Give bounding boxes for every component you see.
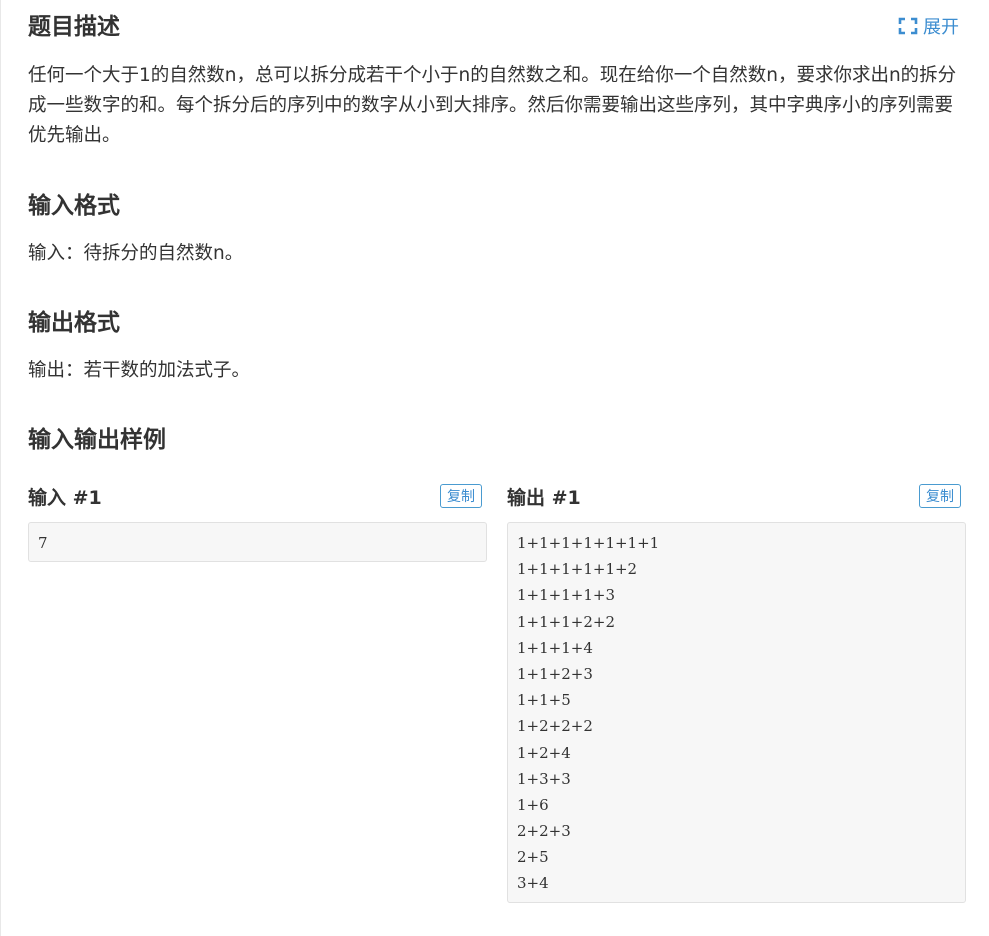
output-code-line: 1+3+3 xyxy=(517,769,571,788)
output-code-line: 1+1+1+1+3 xyxy=(517,586,615,605)
problem-page: 题目描述 展开 任何一个大于1的自然数n，总可以拆分成若干个小于n的自然数之和。… xyxy=(0,0,989,936)
description-title: 题目描述 xyxy=(28,14,120,40)
samples-title: 输入输出样例 xyxy=(28,427,166,453)
sample-output-label: 输出 #1 xyxy=(507,487,581,509)
output-code-line: 3+4 xyxy=(517,874,549,893)
output-code-line: 2+2+3 xyxy=(517,822,571,841)
output-code-line: 1+1+1+2+2 xyxy=(517,612,615,631)
description-text: 任何一个大于1的自然数n，总可以拆分成若干个小于n的自然数之和。现在给你一个自然… xyxy=(28,65,957,146)
output-code-line: 1+1+1+4 xyxy=(517,638,593,657)
output-format-text: 输出：若干数的加法式子。 xyxy=(28,360,251,381)
expand-icon xyxy=(898,17,918,35)
sample-output-box: 1+1+1+1+1+1+1 1+1+1+1+1+2 1+1+1+1+3 1+1+1+2… xyxy=(507,522,966,903)
input-format-text: 输入：待拆分的自然数n。 xyxy=(28,243,244,264)
input-format-title: 输入格式 xyxy=(28,193,120,219)
output-code-line: 1+2+2+2 xyxy=(517,717,593,736)
output-code-line: 2+5 xyxy=(517,848,549,867)
expand-button[interactable]: 展开 xyxy=(898,13,959,39)
output-format-title: 输出格式 xyxy=(28,310,120,336)
output-code-line: 1+6 xyxy=(517,795,549,814)
copy-output-button[interactable]: 复制 xyxy=(919,484,961,508)
sample-input-label: 输入 #1 xyxy=(28,487,102,509)
output-code-line: 1+1+5 xyxy=(517,691,571,710)
output-code-line: 1+1+1+1+1+2 xyxy=(517,560,638,579)
input-code-line: 7 xyxy=(38,534,48,552)
expand-label: 展开 xyxy=(923,17,959,38)
sample-input-box: 7 xyxy=(28,522,487,562)
output-code-line: 1+1+1+1+1+1+1 xyxy=(517,534,660,552)
output-code-line: 1+2+4 xyxy=(517,743,571,762)
output-code-line: 1+1+2+3 xyxy=(517,664,593,683)
copy-input-button[interactable]: 复制 xyxy=(440,484,482,508)
